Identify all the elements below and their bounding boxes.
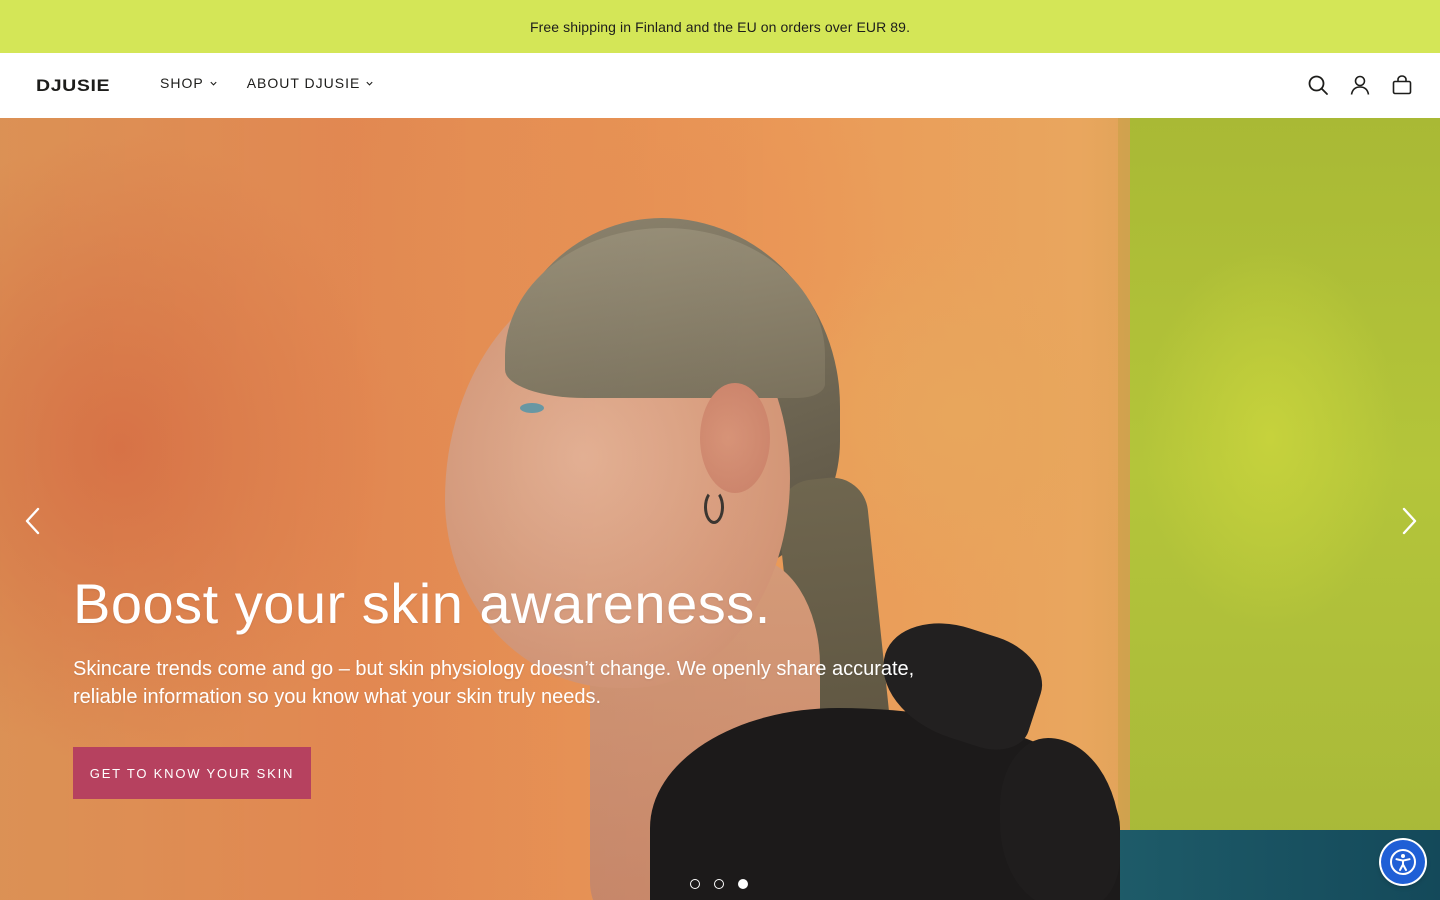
- slide-dot-1[interactable]: [690, 879, 700, 889]
- header-actions: [1306, 73, 1414, 97]
- nav-about[interactable]: ABOUT DJUSIE: [247, 75, 375, 91]
- slide-indicators: [690, 879, 748, 889]
- accessibility-icon: [1390, 849, 1416, 875]
- accessibility-button[interactable]: [1381, 840, 1425, 884]
- hero-description: Skincare trends come and go – but skin p…: [73, 657, 915, 708]
- hero-title: Boost your skin awareness.: [73, 572, 771, 635]
- nav-shop[interactable]: SHOP: [160, 75, 218, 91]
- announcement-bar: Free shipping in Finland and the EU on o…: [0, 0, 1440, 53]
- search-icon[interactable]: [1306, 73, 1330, 97]
- hero-slideshow: Boost your skin awareness. Skincare tren…: [0, 118, 1440, 900]
- get-to-know-your-skin-button[interactable]: GET TO KNOW YOUR SKIN: [73, 747, 311, 799]
- nav-shop-label: SHOP: [160, 75, 204, 91]
- logo[interactable]: DJUSIE: [36, 76, 110, 96]
- chevron-down-icon: [210, 81, 217, 86]
- site-header: DJUSIE SHOP ABOUT DJUSIE: [0, 53, 1440, 118]
- hero-content: Boost your skin awareness. Skincare tren…: [73, 573, 973, 711]
- nav-about-label: ABOUT DJUSIE: [246, 75, 361, 91]
- chevron-down-icon: [366, 81, 373, 86]
- cart-icon[interactable]: [1390, 73, 1414, 97]
- account-icon[interactable]: [1348, 73, 1372, 97]
- slide-dot-2[interactable]: [714, 879, 724, 889]
- main-nav: SHOP ABOUT DJUSIE: [160, 75, 374, 91]
- slide-dot-3[interactable]: [738, 879, 748, 889]
- chevron-right-icon[interactable]: [1394, 506, 1424, 536]
- chevron-left-icon[interactable]: [18, 506, 48, 536]
- announcement-text: Free shipping in Finland and the EU on o…: [529, 18, 911, 35]
